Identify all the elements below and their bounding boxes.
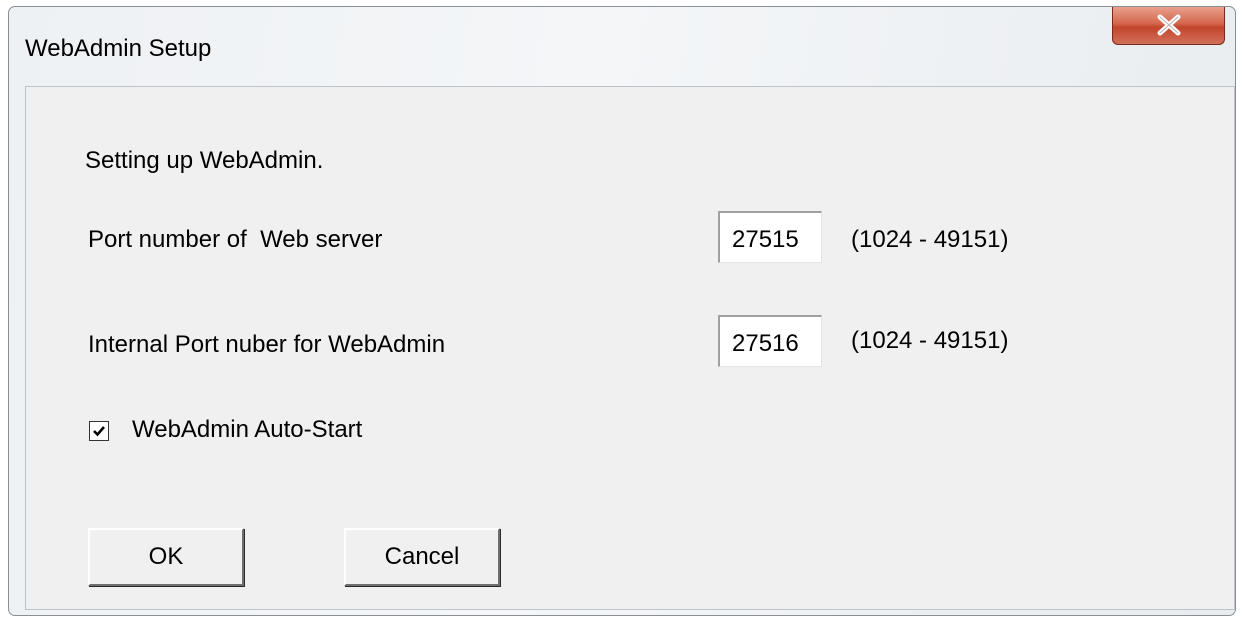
title-bar[interactable]: WebAdmin Setup	[9, 7, 1235, 87]
internal-port-label: Internal Port nuber for WebAdmin	[88, 331, 446, 358]
dialog-body: Setting up WebAdmin. Port number of Web …	[25, 86, 1235, 610]
web-port-range: (1024 - 49151)	[851, 226, 1009, 253]
web-port-input[interactable]	[718, 211, 822, 263]
internal-port-input[interactable]	[718, 315, 822, 367]
internal-port-range: (1024 - 49151)	[851, 327, 1009, 354]
window-title: WebAdmin Setup	[25, 35, 212, 62]
dialog-window: WebAdmin Setup Setting up WebAdmin. Port…	[8, 6, 1236, 616]
cancel-button[interactable]: Cancel	[344, 528, 500, 586]
ok-button[interactable]: OK	[88, 528, 244, 586]
checkmark-icon	[93, 426, 105, 437]
close-button[interactable]	[1112, 7, 1225, 45]
intro-text: Setting up WebAdmin.	[85, 147, 324, 174]
autostart-checkbox[interactable]	[89, 421, 109, 441]
close-icon	[1157, 14, 1181, 36]
autostart-label[interactable]: WebAdmin Auto-Start	[132, 416, 362, 444]
web-port-label: Port number of Web server	[88, 226, 383, 253]
